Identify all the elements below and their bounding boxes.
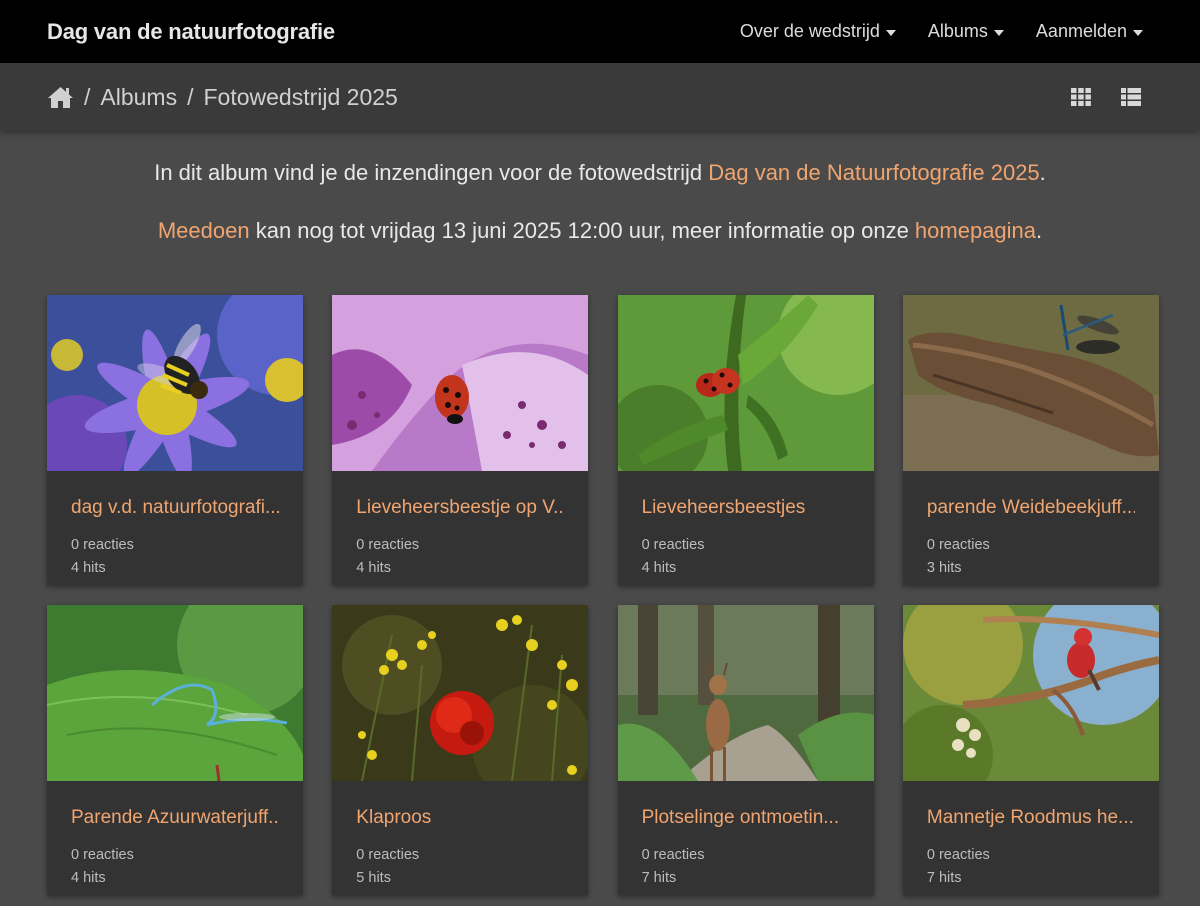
photo-reacties: 0 reacties <box>71 537 134 553</box>
photo-card[interactable]: Lieveheersbeestjes 0 reacties 4 hits <box>617 295 874 585</box>
photo-hits: 4 hits <box>71 560 106 576</box>
breadcrumb-bar: / Albums / Fotowedstrijd 2025 <box>0 63 1200 131</box>
breadcrumb: / Albums / Fotowedstrijd 2025 <box>47 84 398 111</box>
intro-line-2: Meedoen kan nog tot vrijdag 13 juni 2025… <box>0 218 1200 244</box>
photo-reacties: 0 reacties <box>926 537 990 553</box>
photo-card[interactable]: Plotselinge ontmoetin... 0 reacties 7 hi… <box>617 605 874 895</box>
photo-thumbnail[interactable] <box>332 295 589 471</box>
photo-thumbnail[interactable] <box>902 295 1159 471</box>
nav-link-label: Albums <box>927 21 988 41</box>
nav-albums-dropdown[interactable]: Albums <box>928 21 1004 42</box>
photo-thumbnail[interactable] <box>47 605 303 781</box>
breadcrumb-current: Fotowedstrijd 2025 <box>203 83 398 110</box>
photo-reacties: 0 reacties <box>356 847 420 863</box>
photo-title[interactable]: Klaproos <box>356 807 564 829</box>
view-toggle <box>1071 88 1141 106</box>
photo-hits: 3 hits <box>926 560 962 576</box>
homepagina-link[interactable]: homepagina <box>915 218 1036 243</box>
photo-thumbnail[interactable] <box>617 295 874 471</box>
list-view-icon[interactable] <box>1121 88 1141 106</box>
caret-down-icon <box>885 29 896 36</box>
photo-thumbnail[interactable] <box>332 605 589 781</box>
nav-link-label: Over de wedstrijd <box>739 21 880 41</box>
photo-card[interactable]: parende Weidebeekjuff... 0 reacties 3 hi… <box>902 295 1159 585</box>
photo-title[interactable]: Lieveheersbeestje op V... <box>356 497 564 519</box>
photo-hits: 4 hits <box>71 870 106 886</box>
photo-title[interactable]: Mannetje Roodmus he... <box>927 807 1135 829</box>
dag-van-de-natuurfotografie-link[interactable]: Dag van de Natuurfotografie 2025 <box>708 160 1039 185</box>
home-icon[interactable] <box>47 85 74 109</box>
photo-title[interactable]: parende Weidebeekjuff... <box>927 497 1135 519</box>
intro-line-1: In dit album vind je de inzendingen voor… <box>0 160 1200 186</box>
intro-text: kan nog tot vrijdag 13 juni 2025 12:00 u… <box>249 218 915 243</box>
caret-down-icon <box>1133 29 1143 36</box>
photo-hits: 5 hits <box>356 870 391 886</box>
photo-card[interactable]: Lieveheersbeestje op V... 0 reacties 4 h… <box>332 295 589 585</box>
nav-link-label: Aanmelden <box>1035 21 1127 41</box>
photo-thumbnail[interactable] <box>617 605 874 781</box>
intro-text: . <box>1039 160 1046 185</box>
breadcrumb-separator: / <box>187 83 194 110</box>
nav-menu: Over de wedstrijd Albums Aanmelden <box>740 21 1143 42</box>
meedoen-link[interactable]: Meedoen <box>158 218 250 243</box>
photo-title[interactable]: Lieveheersbeestjes <box>642 497 850 519</box>
breadcrumb-separator: / <box>84 83 91 110</box>
photo-grid: dag v.d. natuurfotografi... 0 reacties 4… <box>47 295 1159 895</box>
photo-reacties: 0 reacties <box>71 847 134 863</box>
photo-title[interactable]: Plotselinge ontmoetin... <box>642 807 850 829</box>
photo-hits: 7 hits <box>641 870 677 886</box>
photo-hits: 4 hits <box>356 560 391 576</box>
photo-card[interactable]: Klaproos 0 reacties 5 hits <box>332 605 589 895</box>
photo-card[interactable]: Mannetje Roodmus he... 0 reacties 7 hits <box>902 605 1159 895</box>
photo-reacties: 0 reacties <box>926 847 990 863</box>
top-navbar: Dag van de natuurfotografie Over de weds… <box>0 0 1200 63</box>
photo-reacties: 0 reacties <box>641 847 705 863</box>
nav-over-de-wedstrijd-dropdown[interactable]: Over de wedstrijd <box>740 21 896 42</box>
photo-reacties: 0 reacties <box>641 537 705 553</box>
site-brand[interactable]: Dag van de natuurfotografie <box>47 19 335 45</box>
caret-down-icon <box>993 29 1004 36</box>
photo-thumbnail[interactable] <box>47 295 303 471</box>
photo-hits: 4 hits <box>641 560 677 576</box>
intro-text: . <box>1036 218 1043 243</box>
photo-reacties: 0 reacties <box>356 537 420 553</box>
breadcrumb-albums-link[interactable]: Albums <box>100 84 177 111</box>
photo-title[interactable]: Parende Azuurwaterjuff... <box>71 807 279 829</box>
photo-title[interactable]: dag v.d. natuurfotografi... <box>71 497 279 519</box>
photo-thumbnail[interactable] <box>902 605 1159 781</box>
photo-card[interactable]: Parende Azuurwaterjuff... 0 reacties 4 h… <box>47 605 303 895</box>
photo-card[interactable]: dag v.d. natuurfotografi... 0 reacties 4… <box>47 295 303 585</box>
photo-hits: 7 hits <box>926 870 962 886</box>
nav-aanmelden-dropdown[interactable]: Aanmelden <box>1036 21 1143 42</box>
intro-text: In dit album vind je de inzendingen voor… <box>154 160 709 185</box>
grid-view-icon[interactable] <box>1071 88 1091 106</box>
